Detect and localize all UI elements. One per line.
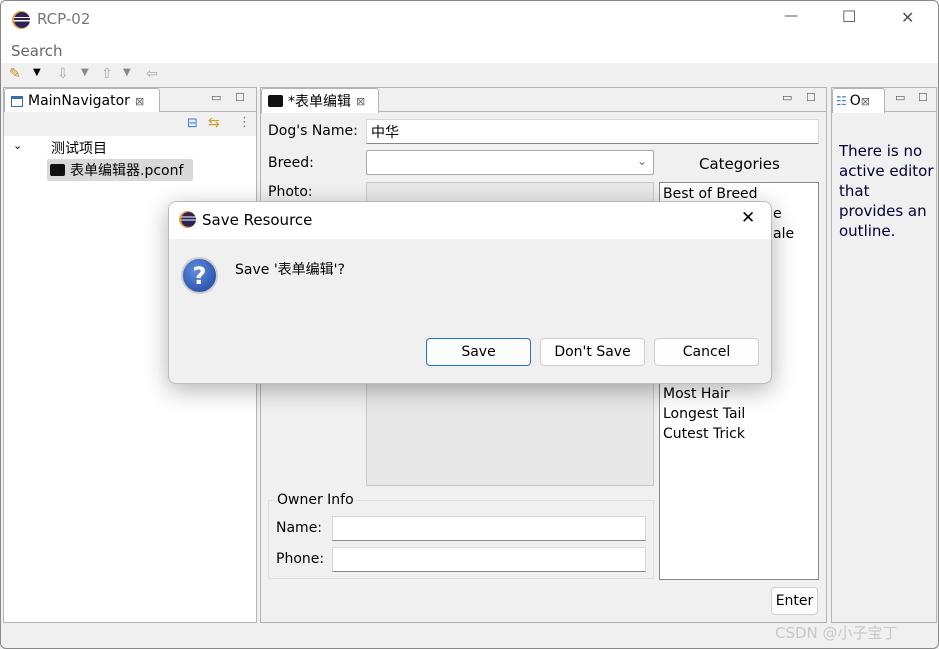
breed-label: Breed: xyxy=(268,155,314,171)
tab-main-navigator[interactable]: MainNavigator ⊠ xyxy=(4,88,160,113)
eclipse-logo-icon xyxy=(181,212,196,227)
minimize-button[interactable]: — xyxy=(784,8,798,24)
category-item[interactable]: e xyxy=(773,204,782,224)
tab-label: *表单编辑 xyxy=(288,94,351,110)
breed-combo[interactable]: ⌄ xyxy=(366,150,654,175)
watermark: CSDN @小子宝丁 xyxy=(775,624,898,642)
dogs-name-label: Dog's Name: xyxy=(268,123,358,139)
photo-label: Photo: xyxy=(268,184,313,200)
minimize-view-icon[interactable]: ▭ xyxy=(211,91,221,104)
form-file-icon xyxy=(268,95,283,107)
owner-name-label: Name: xyxy=(276,520,323,536)
owner-name-input[interactable] xyxy=(332,516,646,541)
cancel-button[interactable]: Cancel xyxy=(654,338,759,366)
question-icon: ? xyxy=(181,257,218,294)
owner-phone-label: Phone: xyxy=(276,551,325,567)
menu-bar: Search xyxy=(1,39,938,63)
link-editor-icon[interactable]: ⇆ xyxy=(208,115,220,131)
view-icon xyxy=(11,95,23,107)
category-item[interactable]: ale xyxy=(773,224,794,244)
tree-item-project[interactable]: 测试项目 xyxy=(51,138,107,158)
maximize-view-icon[interactable]: ☐ xyxy=(806,91,816,104)
close-tab-icon[interactable]: ⊠ xyxy=(135,95,144,108)
save-resource-dialog: Save Resource ✕ ? Save '表单编辑'? Save Don'… xyxy=(168,201,772,384)
export-icon[interactable]: ⇧ xyxy=(101,66,113,82)
tab-outline[interactable]: ☷ O ⊠ xyxy=(832,88,885,113)
dropdown-arrow-icon[interactable]: ▼ xyxy=(81,67,89,78)
back-icon[interactable]: ⇦ xyxy=(146,66,158,82)
form-file-icon xyxy=(50,164,65,176)
dialog-message: Save '表单编辑'? xyxy=(235,262,345,278)
dialog-title-bar: Save Resource ✕ xyxy=(169,202,771,239)
window-title: RCP-02 xyxy=(37,10,91,28)
owner-phone-input[interactable] xyxy=(332,547,646,572)
close-tab-icon[interactable]: ⊠ xyxy=(356,95,365,108)
maximize-view-icon[interactable]: ☐ xyxy=(918,91,928,104)
eclipse-logo-icon xyxy=(14,12,30,28)
minimize-view-icon[interactable]: ▭ xyxy=(782,91,792,104)
view-menu-icon[interactable]: ⋮ xyxy=(238,115,251,130)
wand-icon[interactable]: ✎ xyxy=(9,66,21,82)
outline-panel: ☷ O ⊠ ▭ ☐ There is no active editor that… xyxy=(831,87,937,623)
tree-item-label: 表单编辑器.pconf xyxy=(70,163,184,179)
maximize-button[interactable]: ☐ xyxy=(842,7,856,26)
tree-item-file[interactable]: 表单编辑器.pconf xyxy=(47,159,193,181)
expand-chevron-icon[interactable]: ⌄ xyxy=(13,139,22,152)
collapse-all-icon[interactable]: ⊟ xyxy=(187,116,198,131)
close-tab-icon[interactable]: ⊠ xyxy=(861,95,870,108)
minimize-view-icon[interactable]: ▭ xyxy=(895,91,905,104)
owner-info-title: Owner Info xyxy=(275,492,356,508)
tab-label: O xyxy=(849,93,861,109)
tab-form-editor[interactable]: *表单编辑 ⊠ xyxy=(261,88,379,113)
outline-icon: ☷ xyxy=(836,94,847,108)
title-bar: RCP-02 — ☐ ✕ xyxy=(1,1,938,39)
outline-message: There is no active editor that provides … xyxy=(839,142,934,240)
close-button[interactable]: ✕ xyxy=(901,8,914,27)
dropdown-arrow-icon[interactable]: ▼ xyxy=(123,67,131,78)
dogs-name-input[interactable]: 中华 xyxy=(366,119,819,144)
dialog-title: Save Resource xyxy=(202,211,313,229)
tab-label: MainNavigator xyxy=(28,93,130,109)
dropdown-arrow-icon[interactable]: ▼ xyxy=(33,67,41,78)
maximize-view-icon[interactable]: ☐ xyxy=(235,91,245,104)
save-button[interactable]: Save xyxy=(426,338,531,366)
categories-label: Categories xyxy=(699,155,780,173)
category-item[interactable]: Cutest Trick xyxy=(663,424,745,444)
menu-search[interactable]: Search xyxy=(11,42,63,60)
dialog-close-button[interactable]: ✕ xyxy=(741,208,755,228)
dont-save-button[interactable]: Don't Save xyxy=(540,338,645,366)
category-item[interactable]: Longest Tail xyxy=(663,404,745,424)
import-icon[interactable]: ⇩ xyxy=(57,66,69,82)
category-item[interactable]: Most Hair xyxy=(663,384,730,404)
enter-button[interactable]: Enter xyxy=(771,587,818,615)
toolbar: ✎ ▼ ⇩ ▼ ⇧ ▼ ⇦ xyxy=(1,63,938,87)
chevron-down-icon[interactable]: ⌄ xyxy=(637,154,647,168)
